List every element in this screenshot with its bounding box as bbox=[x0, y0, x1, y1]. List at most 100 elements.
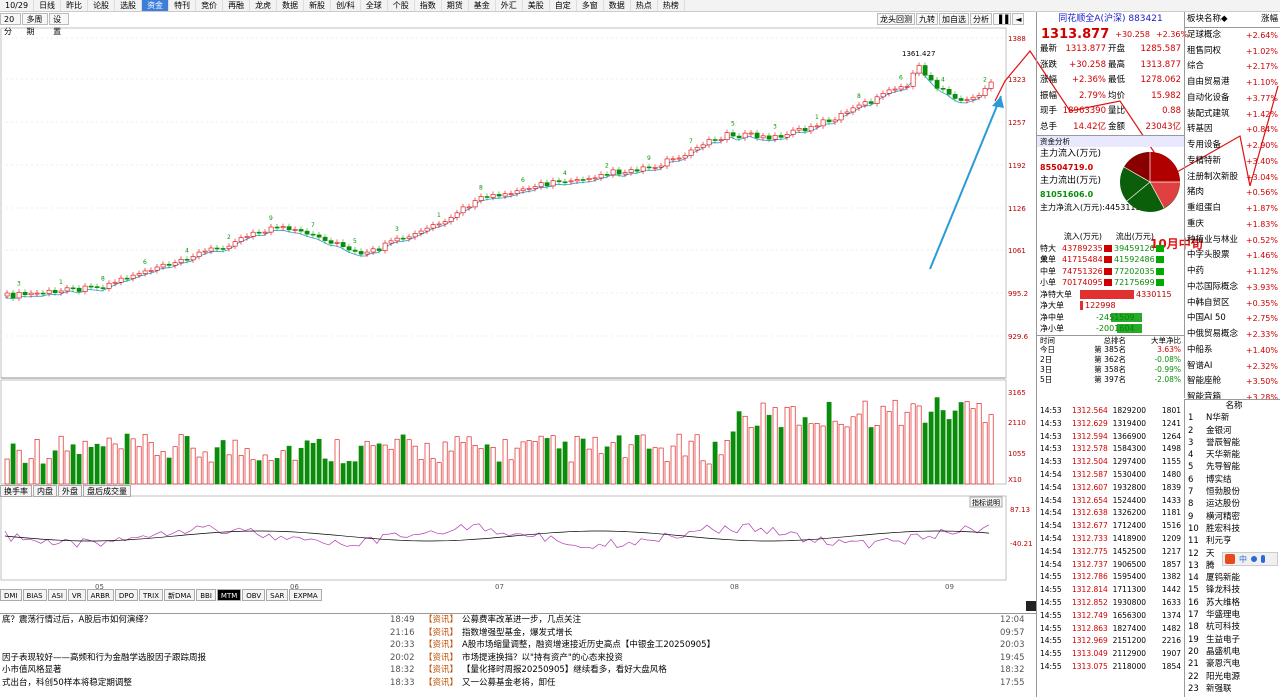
kline-chart-area[interactable]: 1388 1323 1257 1192 1126 1061 995.2 929.6 3165 21… bbox=[0, 26, 1279, 596]
indicator-tab[interactable]: OBV bbox=[242, 589, 266, 601]
topbar-item[interactable]: 热榜 bbox=[658, 0, 685, 11]
stock-row[interactable]: 17 华盛理电 bbox=[1185, 609, 1280, 621]
topbar-item[interactable]: 日线 bbox=[34, 0, 62, 11]
topbar-item[interactable]: 个股 bbox=[388, 0, 415, 11]
sector-row[interactable]: 中韩自贸区 +0.35% bbox=[1185, 296, 1280, 312]
topbar-item[interactable]: 多窗 bbox=[577, 0, 604, 11]
stock-row[interactable]: 8 运达股份 bbox=[1185, 498, 1280, 510]
topbar-item[interactable]: 10/29 bbox=[0, 0, 35, 11]
sector-row[interactable]: 中俄贸易概念 +2.33% bbox=[1185, 327, 1280, 343]
news-row[interactable]: 式出台，科创50样本将稳定期调整 18:33 【资讯】 又一公募基金老将，卸任 17:5… bbox=[0, 677, 1036, 690]
stock-row[interactable]: 9 横河精密 bbox=[1185, 511, 1280, 523]
period-button[interactable]: 多周期 bbox=[22, 13, 49, 36]
sector-row[interactable]: 中船系 +1.40% bbox=[1185, 343, 1280, 359]
download-icon[interactable] bbox=[1026, 601, 1036, 611]
volume-tab[interactable]: 盘后成交量 bbox=[83, 485, 131, 497]
sector-row[interactable]: 专用设备 +2.90% bbox=[1185, 138, 1280, 154]
stock-row[interactable]: 22 阳光电源 bbox=[1185, 671, 1280, 683]
news-row[interactable]: 底？震荡行情过后，A股后市如何演绎？ 18:49 【资讯】 公募费率改革进一步，几点关… bbox=[0, 614, 1036, 627]
topbar-item[interactable]: 数据 bbox=[604, 0, 631, 11]
topbar-item[interactable]: 特刊 bbox=[169, 0, 197, 11]
news-row[interactable]: 21:16 【资讯】 指数增强型基金，爆发式增长 09:57 bbox=[0, 627, 1036, 640]
stock-row[interactable]: 21 豪恩汽电 bbox=[1185, 658, 1280, 670]
sector-row[interactable]: 租售同权 +1.02% bbox=[1185, 44, 1280, 60]
sector-row[interactable]: 智谱AI +2.32% bbox=[1185, 359, 1280, 375]
chart-tool-button[interactable]: ▐▐ bbox=[993, 13, 1012, 25]
indicator-tab[interactable]: SAR bbox=[266, 589, 289, 601]
index-title[interactable]: 同花顺全A(沪深) 883421 bbox=[1037, 12, 1184, 26]
board-name-header[interactable]: 板块名称◆ bbox=[1187, 12, 1261, 27]
stock-row[interactable]: 10 胜宏科技 bbox=[1185, 523, 1280, 535]
topbar-item[interactable]: 龙虎 bbox=[250, 0, 278, 11]
stock-row[interactable]: 7 恒勃股份 bbox=[1185, 486, 1280, 498]
board-change-header[interactable]: 涨幅 bbox=[1261, 12, 1278, 27]
chart-tool-button[interactable]: ◄ bbox=[1012, 13, 1025, 25]
topbar-item[interactable]: 全球 bbox=[361, 0, 388, 11]
indicator-tab[interactable]: BIAS bbox=[22, 589, 47, 601]
indicator-tab[interactable]: DPO bbox=[114, 589, 139, 601]
tick-list[interactable]: 14:53 1312.564 1829200 1801 14:53 1312.629 131… bbox=[1036, 405, 1184, 697]
chart-tool-button[interactable]: 分析 bbox=[970, 13, 992, 25]
topbar-item[interactable]: 资金 bbox=[142, 0, 170, 11]
news-headline[interactable]: 【量化择时周报20250905】继续看多，看好大盘风格 bbox=[462, 664, 667, 677]
sector-row[interactable]: 装配式建筑 +1.42% bbox=[1185, 107, 1280, 123]
stock-row[interactable]: 15 锋龙科技 bbox=[1185, 584, 1280, 596]
news-headline[interactable]: 市场提速换挡？以"持有资产"的心态来投资 bbox=[462, 652, 623, 665]
indicator-tab[interactable]: DMI bbox=[0, 589, 22, 601]
topbar-item[interactable]: 自定 bbox=[550, 0, 577, 11]
sector-row[interactable]: 种植业与林业 +0.52% bbox=[1185, 233, 1280, 249]
indicator-tab[interactable]: 新DMA bbox=[164, 589, 196, 601]
volume-tab[interactable]: 内盘 bbox=[33, 485, 57, 497]
topbar-item[interactable]: 新股 bbox=[304, 0, 332, 11]
stock-row[interactable]: 20 晶盛机电 bbox=[1185, 646, 1280, 658]
topbar-item[interactable]: 竞价 bbox=[196, 0, 224, 11]
sector-row[interactable]: 转基因 +0.84% bbox=[1185, 122, 1280, 138]
news-headline[interactable]: 公募费率改革进一步，几点关注 bbox=[462, 614, 581, 627]
stock-row[interactable]: 19 生益电子 bbox=[1185, 634, 1280, 646]
indicator-tab[interactable]: BBI bbox=[196, 589, 216, 601]
topbar-item[interactable]: 创/科 bbox=[331, 0, 361, 11]
stock-row[interactable]: 3 誉辰智能 bbox=[1185, 437, 1280, 449]
topbar-item[interactable]: 指数 bbox=[415, 0, 442, 11]
stock-row[interactable]: 18 杭可科技 bbox=[1185, 621, 1280, 633]
news-headline[interactable]: 指数增强型基金，爆发式增长 bbox=[462, 627, 573, 640]
sector-row[interactable]: 中药 +1.12% bbox=[1185, 264, 1280, 280]
sector-row[interactable]: 智能座舱 +3.50% bbox=[1185, 374, 1280, 390]
sector-row[interactable]: 中字头股票 +1.46% bbox=[1185, 248, 1280, 264]
topbar-item[interactable]: 热点 bbox=[631, 0, 658, 11]
indicator-tab[interactable]: VR bbox=[67, 589, 86, 601]
news-row[interactable]: 因子表现较好——高频和行为金融学选股因子跟踪周报 20:02 【资讯】 市场提速换挡？… bbox=[0, 652, 1036, 665]
indicator-tab[interactable]: ARBR bbox=[86, 589, 114, 601]
topbar-item[interactable]: 期货 bbox=[442, 0, 469, 11]
news-left-headline[interactable]: 小市值风格显著 bbox=[2, 664, 62, 677]
sector-row[interactable]: 猪肉 +0.56% bbox=[1185, 185, 1280, 201]
sector-row[interactable]: 足球概念 +2.64% bbox=[1185, 28, 1280, 44]
stock-row[interactable]: 6 博实结 bbox=[1185, 474, 1280, 486]
topbar-item[interactable]: 论股 bbox=[88, 0, 116, 11]
period-button[interactable]: 20分 bbox=[0, 13, 22, 36]
sector-row[interactable]: 专精特新 +3.40% bbox=[1185, 154, 1280, 170]
topbar-item[interactable]: 选股 bbox=[115, 0, 143, 11]
sector-row[interactable]: 重组蛋白 +1.87% bbox=[1185, 201, 1280, 217]
topbar-item[interactable]: 美股 bbox=[523, 0, 550, 11]
ime-toolbar[interactable]: 中 bbox=[1222, 552, 1278, 566]
stock-row[interactable]: 11 利元亨 bbox=[1185, 535, 1280, 547]
news-left-headline[interactable]: 底？震荡行情过后，A股后市如何演绎？ bbox=[2, 614, 152, 627]
topbar-item[interactable]: 数据 bbox=[277, 0, 305, 11]
indicator-tab[interactable]: TRIX bbox=[139, 589, 164, 601]
news-row[interactable]: 小市值风格显著 18:32 【资讯】 【量化择时周报20250905】继续看多，看好大… bbox=[0, 664, 1036, 677]
sector-row[interactable]: 自动化设备 +3.77% bbox=[1185, 91, 1280, 107]
volume-tab[interactable]: 换手率 bbox=[0, 485, 32, 497]
topbar-item[interactable]: 外汇 bbox=[496, 0, 523, 11]
sector-row[interactable]: 重庆 +1.83% bbox=[1185, 217, 1280, 233]
chart-tool-button[interactable]: 九转 bbox=[916, 13, 938, 25]
sector-row[interactable]: 综合 +2.17% bbox=[1185, 59, 1280, 75]
sector-row[interactable]: 中国AI 50 +2.75% bbox=[1185, 311, 1280, 327]
indicator-tab[interactable]: MTM bbox=[216, 589, 242, 601]
stock-row[interactable]: 4 天华新能 bbox=[1185, 449, 1280, 461]
stock-row[interactable]: 16 苏大维格 bbox=[1185, 597, 1280, 609]
sector-row[interactable]: 自由贸易港 +1.10% bbox=[1185, 75, 1280, 91]
news-headline[interactable]: A股市场缩量调整，融资增速接近历史高点【中银金工20250905】 bbox=[462, 639, 715, 652]
stock-row[interactable]: 2 金银河 bbox=[1185, 425, 1280, 437]
news-left-headline[interactable]: 因子表现较好——高频和行为金融学选股因子跟踪周报 bbox=[2, 652, 206, 665]
